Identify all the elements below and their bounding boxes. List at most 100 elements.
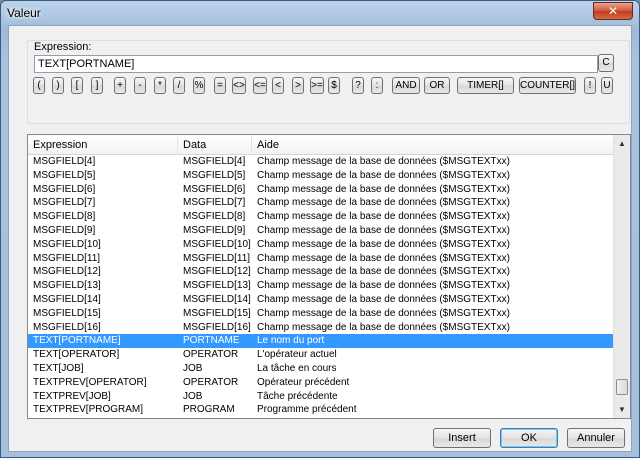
- cell-aide: Opérateur précédent: [257, 376, 350, 388]
- cell-expression: MSGFIELD[6]: [33, 183, 96, 195]
- cell-expression: TEXT[PORTNAME]: [33, 335, 121, 347]
- table-row[interactable]: MSGFIELD[9] MSGFIELD[9] Champ message de l…: [28, 224, 614, 238]
- cell-data: PORTNAME: [183, 335, 240, 347]
- table-row[interactable]: TEXT[JOB] JOB La tâche en cours: [28, 362, 614, 376]
- dialog-client-area: Expression: C ()[]+-*/%=<><=<>>=$?:ANDOR…: [8, 25, 632, 452]
- operator-button-colon[interactable]: :: [371, 77, 383, 94]
- cell-aide: Champ message de la base de données ($MS…: [257, 266, 510, 278]
- operator-button-plus[interactable]: +: [114, 77, 126, 94]
- cell-aide: Champ message de la base de données ($MS…: [257, 280, 510, 292]
- table-row[interactable]: MSGFIELD[12] MSGFIELD[12] Champ message de…: [28, 265, 614, 279]
- cell-aide: Champ message de la base de données ($MS…: [257, 197, 510, 209]
- operator-button-divide[interactable]: /: [173, 77, 185, 94]
- column-header-data[interactable]: Data: [178, 135, 252, 155]
- cell-data: MSGFIELD[13]: [183, 280, 251, 292]
- operator-button-open-paren[interactable]: (: [33, 77, 45, 94]
- cell-expression: MSGFIELD[10]: [33, 238, 101, 250]
- scroll-down-icon[interactable]: ▼: [614, 401, 630, 418]
- operator-button-equals[interactable]: =: [214, 77, 226, 94]
- cell-expression: MSGFIELD[11]: [33, 252, 101, 264]
- cell-data: OPERATOR: [183, 376, 239, 388]
- operator-button-question[interactable]: ?: [352, 77, 364, 94]
- cell-expression: TEXT[OPERATOR]: [33, 349, 120, 361]
- cell-expression: TEXT[JOB]: [33, 362, 84, 374]
- cell-data: MSGFIELD[15]: [183, 307, 251, 319]
- operator-button-minus[interactable]: -: [134, 77, 146, 94]
- cell-expression: MSGFIELD[8]: [33, 211, 96, 223]
- operator-button-dollar[interactable]: $: [328, 77, 340, 94]
- operator-button-counter[interactable]: COUNTER[]: [519, 77, 576, 94]
- table-row[interactable]: MSGFIELD[6] MSGFIELD[6] Champ message de l…: [28, 183, 614, 197]
- table-row[interactable]: TEXTPREV[JOB] JOB Tâche précédente: [28, 390, 614, 404]
- operator-button-timer[interactable]: TIMER[]: [457, 77, 514, 94]
- table-row[interactable]: MSGFIELD[16] MSGFIELD[16] Champ message de…: [28, 321, 614, 335]
- table-row[interactable]: TEXT[PROGRAM]PROGRAMLe programme courant: [28, 417, 614, 418]
- cell-aide: Champ message de la base de données ($MS…: [257, 293, 510, 305]
- cell-expression: MSGFIELD[12]: [33, 266, 101, 278]
- cell-expression: MSGFIELD[15]: [33, 307, 101, 319]
- cell-expression: TEXT[PROGRAM]: [28, 417, 178, 418]
- cell-aide: Champ message de la base de données ($MS…: [257, 211, 510, 223]
- table-row[interactable]: MSGFIELD[7] MSGFIELD[7] Champ message de l…: [28, 196, 614, 210]
- cell-aide: Champ message de la base de données ($MS…: [257, 156, 510, 167]
- operator-button-open-bracket[interactable]: [: [71, 77, 83, 94]
- operator-button-u[interactable]: U: [601, 77, 613, 94]
- cell-data: JOB: [183, 362, 203, 374]
- table-row[interactable]: MSGFIELD[14] MSGFIELD[14] Champ message de…: [28, 293, 614, 307]
- operator-button-less-than[interactable]: <: [272, 77, 284, 94]
- operator-button-multiply[interactable]: *: [154, 77, 166, 94]
- scroll-thumb[interactable]: [616, 379, 628, 395]
- cell-data: JOB: [183, 390, 203, 402]
- cell-data: MSGFIELD[10]: [183, 238, 251, 250]
- table-row[interactable]: MSGFIELD[5] MSGFIELD[5] Champ message de l…: [28, 169, 614, 183]
- operator-button-and[interactable]: AND: [392, 77, 420, 94]
- table-row[interactable]: TEXTPREV[PROGRAM] PROGRAM Programme précéd…: [28, 403, 614, 417]
- list-header: Expression Data Aide: [28, 135, 614, 155]
- operator-button-not[interactable]: !: [584, 77, 596, 94]
- cell-data: MSGFIELD[4]: [183, 156, 246, 167]
- cell-expression: TEXTPREV[OPERATOR]: [33, 376, 147, 388]
- expression-list[interactable]: Expression Data Aide MSGFIELD[4] MSGFIELD…: [27, 134, 631, 419]
- table-row[interactable]: TEXT[PORTNAME] PORTNAME Le nom du port: [28, 334, 614, 349]
- operator-button-not-equal[interactable]: <>: [232, 77, 246, 94]
- scroll-up-icon[interactable]: ▲: [614, 135, 630, 152]
- title-bar[interactable]: Valeur ✕: [1, 1, 639, 25]
- cell-aide: L'opérateur actuel: [257, 349, 337, 361]
- dialog-window: Valeur ✕ Expression: C ()[]+-*/%=<><=<>>…: [0, 0, 640, 458]
- expression-label: Expression:: [34, 41, 92, 53]
- column-header-expression[interactable]: Expression: [28, 135, 178, 155]
- insert-button[interactable]: Insert: [433, 428, 491, 448]
- table-row[interactable]: TEXT[OPERATOR] OPERATOR L'opérateur actuel: [28, 348, 614, 362]
- cell-aide: Champ message de la base de données ($MS…: [257, 224, 510, 236]
- expression-input[interactable]: [34, 55, 598, 73]
- cell-aide: Tâche précédente: [257, 390, 338, 402]
- table-row[interactable]: MSGFIELD[8] MSGFIELD[8] Champ message de l…: [28, 210, 614, 224]
- cell-expression: TEXTPREV[PROGRAM]: [33, 404, 144, 416]
- table-row[interactable]: MSGFIELD[11] MSGFIELD[11] Champ message de…: [28, 252, 614, 266]
- close-button[interactable]: ✕: [593, 2, 633, 20]
- operator-button-modulo[interactable]: %: [193, 77, 205, 94]
- vertical-scrollbar[interactable]: ▲ ▼: [613, 135, 630, 418]
- cancel-button[interactable]: Annuler: [567, 428, 625, 448]
- operator-button-close-bracket[interactable]: ]: [91, 77, 103, 94]
- cell-data: MSGFIELD[14]: [183, 293, 251, 305]
- operator-button-greater-equal[interactable]: >=: [310, 77, 324, 94]
- cell-aide: Le nom du port: [257, 335, 325, 347]
- table-row[interactable]: MSGFIELD[4] MSGFIELD[4] Champ message de l…: [28, 155, 614, 169]
- cell-expression: MSGFIELD[14]: [33, 293, 101, 305]
- table-row[interactable]: MSGFIELD[13] MSGFIELD[13] Champ message de…: [28, 279, 614, 293]
- cell-expression: MSGFIELD[7]: [33, 197, 96, 209]
- table-row[interactable]: TEXTPREV[OPERATOR] OPERATOR Opérateur préc…: [28, 376, 614, 390]
- cell-data: MSGFIELD[6]: [183, 183, 246, 195]
- table-row[interactable]: MSGFIELD[15] MSGFIELD[15] Champ message de…: [28, 307, 614, 321]
- cell-aide: Champ message de la base de données ($MS…: [257, 183, 510, 195]
- operator-button-greater-than[interactable]: >: [292, 77, 304, 94]
- table-row[interactable]: MSGFIELD[10] MSGFIELD[10] Champ message de…: [28, 238, 614, 252]
- clear-expression-button[interactable]: C: [598, 54, 614, 72]
- column-header-aide[interactable]: Aide: [252, 135, 614, 155]
- operator-button-or[interactable]: OR: [424, 77, 450, 94]
- operator-button-less-equal[interactable]: <=: [253, 77, 267, 94]
- ok-button[interactable]: OK: [500, 428, 558, 448]
- operator-button-close-paren[interactable]: ): [52, 77, 64, 94]
- cell-data: MSGFIELD[8]: [183, 211, 246, 223]
